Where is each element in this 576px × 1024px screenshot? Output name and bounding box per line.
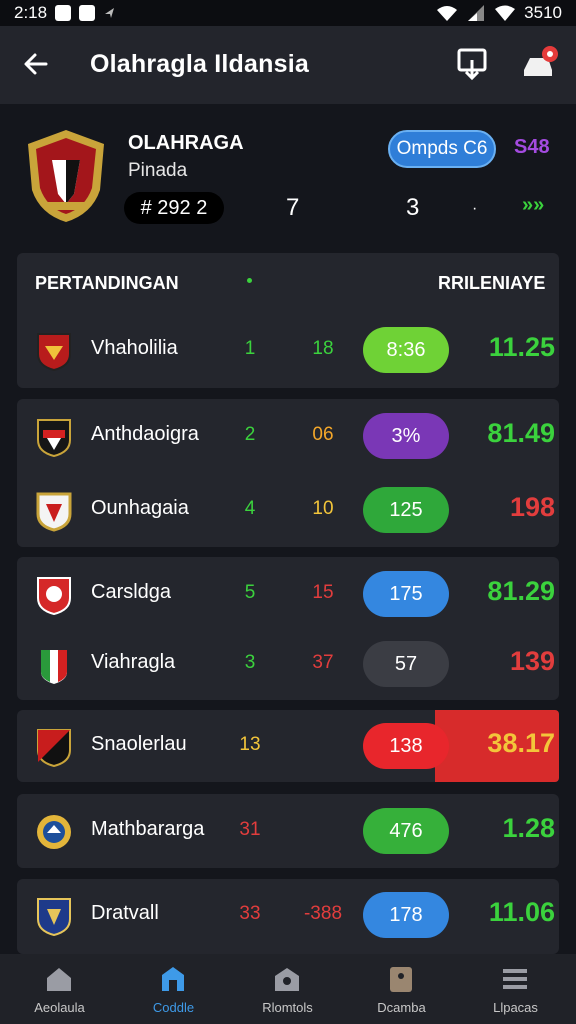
row-stat-2: 10 bbox=[312, 498, 334, 519]
row-pill[interactable]: 125 bbox=[363, 487, 449, 533]
row-value: 81.49 bbox=[487, 418, 555, 448]
row-pill[interactable]: 178 bbox=[363, 892, 449, 938]
club-badge-icon bbox=[37, 333, 71, 372]
location-icon bbox=[105, 8, 115, 18]
club-badge-icon bbox=[36, 492, 72, 532]
bottom-navigation: Aeolaula Coddle Rlomtols Dcamba Llpacas bbox=[0, 954, 576, 1024]
row-value: 81.29 bbox=[487, 576, 555, 606]
row-pill[interactable]: 476 bbox=[363, 808, 449, 854]
club-badge-icon bbox=[37, 815, 71, 849]
team-name: OLAHRAGA bbox=[128, 132, 244, 154]
table-row[interactable]: Viahragla 3 37 57 139 bbox=[17, 634, 559, 694]
nav-item-home[interactable]: Aeolaula bbox=[2, 954, 117, 1024]
table-row[interactable]: Anthdaoigra 2 06 3% 81.49 bbox=[17, 406, 559, 466]
row-stat-1: 33 bbox=[239, 903, 261, 924]
row-team-name: Carsldga bbox=[91, 581, 172, 603]
page-title: Olahragla Ildansia bbox=[90, 50, 309, 78]
table-row[interactable]: Snaolerlau 13 138 38.17 bbox=[17, 716, 559, 776]
table-row[interactable]: Mathbararga 31 476 1.28 bbox=[17, 801, 559, 861]
nav-item-menu[interactable]: Llpacas bbox=[458, 954, 573, 1024]
row-stat-1: 31 bbox=[239, 819, 261, 840]
row-value: 38.17 bbox=[487, 728, 555, 758]
row-value: 139 bbox=[509, 646, 555, 676]
row-pill[interactable]: 3% bbox=[363, 413, 449, 459]
nav-label: Llpacas bbox=[493, 1000, 538, 1015]
status-bar: 2:18 3510 bbox=[0, 0, 576, 26]
wifi-icon bbox=[437, 6, 458, 21]
row-pill[interactable]: 57 bbox=[363, 641, 449, 687]
team-stat-b: 3 bbox=[406, 194, 420, 221]
row-value: 1.28 bbox=[502, 813, 555, 843]
purple-score: S48 bbox=[514, 136, 550, 158]
club-badge-icon bbox=[37, 419, 71, 458]
team-icon bbox=[275, 968, 299, 991]
status-time: 2:18 bbox=[14, 3, 48, 22]
row-team-name: Vhaholilia bbox=[91, 337, 178, 359]
table-row[interactable]: Dratvall 33 -388 178 11.06 bbox=[17, 885, 559, 945]
club-badge-icon bbox=[41, 650, 67, 684]
row-pill[interactable]: 8:36 bbox=[363, 327, 449, 373]
row-value: 198 bbox=[509, 492, 555, 522]
column-header-right: RRILENIAYE bbox=[438, 273, 546, 293]
row-stat-2: 15 bbox=[312, 582, 334, 603]
club-badge-icon bbox=[37, 577, 71, 616]
app-notification-icon bbox=[79, 5, 96, 21]
row-value: 11.06 bbox=[488, 897, 555, 927]
signal-icon bbox=[468, 5, 485, 21]
nav-label: Coddle bbox=[152, 1000, 195, 1015]
row-team-name: Viahragla bbox=[91, 651, 176, 673]
trend-indicator: »» bbox=[522, 194, 545, 216]
nav-item-ticket[interactable]: Dcamba bbox=[344, 954, 459, 1024]
ticket-icon bbox=[390, 967, 412, 992]
row-team-name: Dratvall bbox=[91, 902, 159, 924]
home-icon bbox=[47, 968, 71, 991]
row-stat-1: 2 bbox=[244, 424, 256, 445]
column-header-left: PERTANDINGAN bbox=[35, 273, 179, 293]
team-stat-c: · bbox=[472, 200, 478, 217]
row-stat-2: 06 bbox=[312, 424, 334, 445]
share-icon[interactable] bbox=[454, 46, 490, 82]
row-stat-2: 18 bbox=[312, 338, 334, 359]
row-stat-2: -388 bbox=[303, 903, 343, 924]
table-row[interactable]: Vhaholilia 1 18 8:36 11.25 bbox=[17, 320, 559, 380]
action-pill-button[interactable]: Ompds C6 bbox=[388, 130, 496, 168]
row-team-name: Snaolerlau bbox=[91, 733, 187, 755]
row-team-name: Anthdaoigra bbox=[91, 423, 199, 445]
table-row[interactable]: Carsldga 5 15 175 81.29 bbox=[17, 564, 559, 624]
row-stat-1: 5 bbox=[244, 582, 256, 603]
back-arrow-icon[interactable] bbox=[20, 48, 52, 80]
header-dot bbox=[247, 278, 252, 283]
nav-label: Dcamba bbox=[377, 1000, 426, 1015]
nav-item-team[interactable]: Rlomtols bbox=[230, 954, 345, 1024]
table-row[interactable]: Ounhagaia 4 10 125 198 bbox=[17, 480, 559, 540]
nav-label: Rlomtols bbox=[262, 1000, 313, 1015]
row-stat-2: 37 bbox=[312, 652, 334, 673]
nav-item-stadium[interactable]: Coddle bbox=[116, 954, 231, 1024]
row-value: 11.25 bbox=[488, 332, 555, 362]
menu-icon bbox=[503, 969, 527, 989]
notification-icon bbox=[55, 5, 72, 21]
app-bar: Olahragla Ildansia bbox=[0, 26, 576, 104]
wifi-icon-2 bbox=[495, 5, 516, 21]
row-stat-1: 1 bbox=[244, 338, 256, 359]
row-stat-1: 3 bbox=[244, 652, 256, 673]
team-summary: OLAHRAGA Pinada # 292 2 7 3 · »» Ompds C… bbox=[0, 104, 576, 244]
row-pill[interactable]: 138 bbox=[363, 723, 449, 769]
row-pill[interactable]: 175 bbox=[363, 571, 449, 617]
battery-level: 3510 bbox=[524, 3, 562, 22]
club-badge-icon bbox=[37, 898, 71, 937]
row-team-name: Ounhagaia bbox=[91, 497, 189, 519]
row-stat-1: 13 bbox=[239, 734, 261, 755]
team-crest-icon bbox=[28, 130, 104, 222]
nav-label: Aeolaula bbox=[34, 1000, 85, 1015]
notification-bell-icon[interactable] bbox=[520, 44, 560, 84]
team-stat-a: 7 bbox=[286, 194, 300, 221]
row-stat-1: 4 bbox=[244, 498, 256, 519]
club-badge-icon bbox=[37, 729, 71, 768]
stadium-icon bbox=[162, 967, 184, 991]
team-subtitle: Pinada bbox=[128, 160, 188, 181]
team-code-badge: # 292 2 bbox=[124, 192, 224, 224]
row-team-name: Mathbararga bbox=[91, 818, 205, 840]
